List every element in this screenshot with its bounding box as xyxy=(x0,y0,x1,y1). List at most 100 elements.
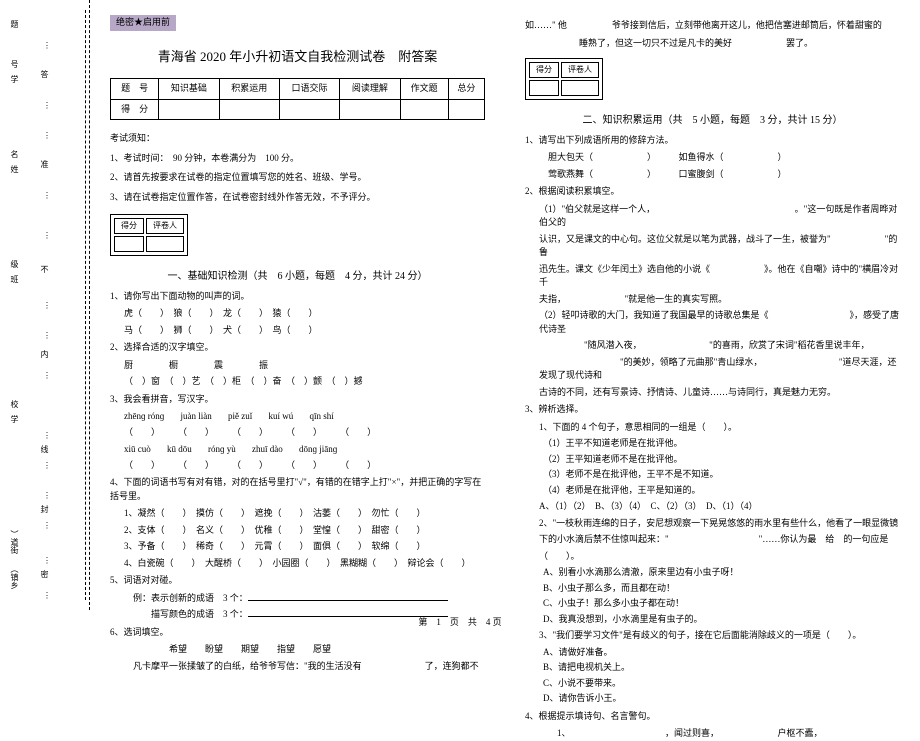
s2q2-row: 迅先生。课文《少年闰土》选自他的小说《 》。他在《自嘲》诗中的"横眉冷对千 xyxy=(539,263,900,290)
td-blank[interactable] xyxy=(146,236,184,252)
q4-row: 1、凝然（ ） 摸仿（ ） 遮挽（ ） 沽萎（ ） 勿忙（ ） xyxy=(124,507,485,521)
q5: 5、词语对对碰。 xyxy=(110,574,485,588)
left-column: 绝密★启用前 青海省 2020 年小升初语文自我检测试卷 附答案 题 号 知识基… xyxy=(90,0,505,610)
paren[interactable]: （ ） xyxy=(124,426,160,440)
s2q2: 2、根据阅读积累填空。 xyxy=(525,185,900,199)
pinyin-row: xiū cuò kū dōu rónɡ yù zhuī dào dōnɡ jiā… xyxy=(124,443,485,457)
section-1-title: 一、基础知识检测（共 6 小题，每题 4 分，共计 24 分） xyxy=(110,269,485,284)
paren[interactable]: （ ） xyxy=(178,426,214,440)
pinyin: juàn liàn xyxy=(181,410,212,424)
notice-item: 2、请首先按要求在试卷的指定位置填写您的姓名、班级、学号。 xyxy=(110,171,485,185)
seal-char: 准 xyxy=(38,160,50,168)
pinyin: piě zuǐ xyxy=(228,410,252,424)
s2q2-row: 夫指， "就是他一生的真实写照。 xyxy=(539,293,900,307)
margin-dots: ⋮ xyxy=(43,430,52,442)
s2q3a-opt: （4）老师是在批评他，王平是知道的。 xyxy=(543,484,900,498)
paren[interactable]: （ ） xyxy=(286,426,322,440)
s2q3a: 1、下面的 4 个句子，意思相同的一组是（ ）。 xyxy=(539,421,900,435)
s2q3a-opt: （1）王平不知道老师是在批评他。 xyxy=(543,437,900,451)
s2q3c-opt: C、小说不要带来。 xyxy=(543,677,900,691)
s2q3b-opt: D、我真没想到，小水滴里是有虫子的。 xyxy=(543,613,900,627)
s2q3c-opt: B、请把电视机关上。 xyxy=(543,661,900,675)
margin-dots: ⋮ xyxy=(43,490,52,502)
seal-char: 封 xyxy=(38,505,50,513)
pinyin: rónɡ yù xyxy=(208,443,236,457)
margin-label: 号 xyxy=(8,60,20,68)
td-blank[interactable] xyxy=(279,99,339,120)
q4-row: 3、予备（ ） 稀奇（ ） 元霄（ ） 面俱（ ） 软绵（ ） xyxy=(124,540,485,554)
paren[interactable]: （ ） xyxy=(340,459,376,473)
s2q2-row: 古诗的不同，还有写景诗、抒情诗、儿童诗……与诗同行，真是魅力无穷。 xyxy=(539,386,900,400)
q1-row: 马（ ） 狮（ ） 犬（ ） 鸟（ ） xyxy=(124,324,485,338)
s2q4: 4、根据提示填诗句、名言警句。 xyxy=(525,710,900,724)
margin-dots: ⋮ xyxy=(43,370,52,382)
margin-label: 学 xyxy=(8,75,20,83)
margin-dots: ⋮ xyxy=(43,555,52,567)
paren[interactable]: （ ） xyxy=(286,459,322,473)
td-score: 得 分 xyxy=(111,99,159,120)
confidential-tag: 绝密★启用前 xyxy=(110,15,176,31)
margin-dots: ⋮ xyxy=(43,300,52,312)
td-blank[interactable] xyxy=(159,99,219,120)
notice-item: 1、考试时间： 90 分钟，本卷满分为 100 分。 xyxy=(110,152,485,166)
seal-char: 答 xyxy=(38,70,50,78)
s2q2-row: "的美妙，领略了元曲那"青山绿水， "道尽天涯，还发现了现代诗和 xyxy=(539,356,900,383)
s2q3b: 下的小水滴后禁不住惊叫起来：" "……你认为最 给 的一句应是 xyxy=(539,533,900,547)
paren[interactable]: （ ） xyxy=(124,459,160,473)
q4-row: 2、支体（ ） 名义（ ） 优稚（ ） 堂惶（ ） 甜密（ ） xyxy=(124,524,485,538)
paren[interactable]: （ ） xyxy=(178,459,214,473)
margin-dots: ⋮ xyxy=(43,520,52,532)
s2q3a-choices: A、（1）（2） B、（3）（4） C、（2）（3） D、（1）（4） xyxy=(539,500,900,514)
s2q3b: 2、"一枝秋雨连绵的日子，安尼想观察一下晃晃悠悠的雨水里有些什么，他看了一眼显微… xyxy=(539,517,900,531)
blank[interactable] xyxy=(248,592,448,601)
margin-label: 题 xyxy=(8,20,20,28)
th-basic: 知识基础 xyxy=(159,79,219,100)
th-accum: 积累运用 xyxy=(219,79,279,100)
th-read: 阅读理解 xyxy=(340,79,400,100)
pinyin: xiū cuò xyxy=(124,443,151,457)
paren[interactable]: （ ） xyxy=(340,426,376,440)
scorer-box: 得分评卷人 xyxy=(525,58,603,100)
td-blank[interactable] xyxy=(529,80,559,96)
td-blank[interactable] xyxy=(340,99,400,120)
seal-char: 不 xyxy=(38,265,50,273)
section-2-title: 二、知识积累运用（共 5 小题，每题 3 分，共计 15 分） xyxy=(525,113,900,128)
margin-label: ）道街 xyxy=(8,530,20,554)
continuation: 睡熟了，但这一切只不过是凡卡的美好 罢了。 xyxy=(525,37,900,51)
pinyin: zhuī dào xyxy=(252,443,283,457)
td-blank[interactable] xyxy=(448,99,484,120)
pinyin: qīn shí xyxy=(310,410,334,424)
scorer-name: 评卷人 xyxy=(561,62,599,78)
s2q3c-opt: D、请你告诉小王。 xyxy=(543,692,900,706)
margin-dots: ⋮ xyxy=(43,460,52,472)
pinyin: kū dōu xyxy=(167,443,192,457)
page-container: 题 ⋮ 号 学 答 ⋮ ⋮ 名 姓 准 ⋮ ⋮ 级 班 不 ⋮ ⋮ 内 ⋮ 校 … xyxy=(0,0,920,610)
scorer-score: 得分 xyxy=(529,62,559,78)
margin-dots: ⋮ xyxy=(43,40,52,52)
margin-label: （镇乡 xyxy=(8,565,20,589)
scorer-box: 得分评卷人 xyxy=(110,214,188,256)
notice-heading: 考试须知： xyxy=(110,132,485,146)
td-blank[interactable] xyxy=(219,99,279,120)
th-oral: 口语交际 xyxy=(279,79,339,100)
th-item: 题 号 xyxy=(111,79,159,100)
s2q1-row: 胆大包天（ ） 如鱼得水（ ） xyxy=(539,151,900,165)
binding-margin: 题 ⋮ 号 学 答 ⋮ ⋮ 名 姓 准 ⋮ ⋮ 级 班 不 ⋮ ⋮ 内 ⋮ 校 … xyxy=(0,0,90,610)
q2-row: 厨 橱 震 振 xyxy=(124,359,485,373)
td-blank[interactable] xyxy=(400,99,448,120)
margin-label: 校 xyxy=(8,400,20,408)
pinyin: zhēnɡ rónɡ xyxy=(124,410,164,424)
exam-title: 青海省 2020 年小升初语文自我检测试卷 附答案 xyxy=(110,47,485,67)
s2q3b-opt: B、小虫子那么多，而且都在动！ xyxy=(543,582,900,596)
td-blank[interactable] xyxy=(114,236,144,252)
margin-dots: ⋮ xyxy=(43,130,52,142)
margin-dots: ⋮ xyxy=(43,190,52,202)
s2q1-row: 莺歌燕舞（ ） 口蜜腹剑（ ） xyxy=(539,168,900,182)
s2q1: 1、请写出下列成语所用的修辞方法。 xyxy=(525,134,900,148)
paren-row: （ ） （ ） （ ） （ ） （ ） xyxy=(124,459,485,473)
paren[interactable]: （ ） xyxy=(232,459,268,473)
s2q2-row: （2）轻叩诗歌的大门，我知道了我国最早的诗歌总集是《 》，感受了唐代诗圣 xyxy=(539,309,900,336)
paren[interactable]: （ ） xyxy=(232,426,268,440)
td-blank[interactable] xyxy=(561,80,599,96)
right-column: 如……" 他 爷爷接到信后，立刻带他离开这儿，他把信塞进邮筒后，怀着甜蜜的 睡熟… xyxy=(505,0,920,610)
